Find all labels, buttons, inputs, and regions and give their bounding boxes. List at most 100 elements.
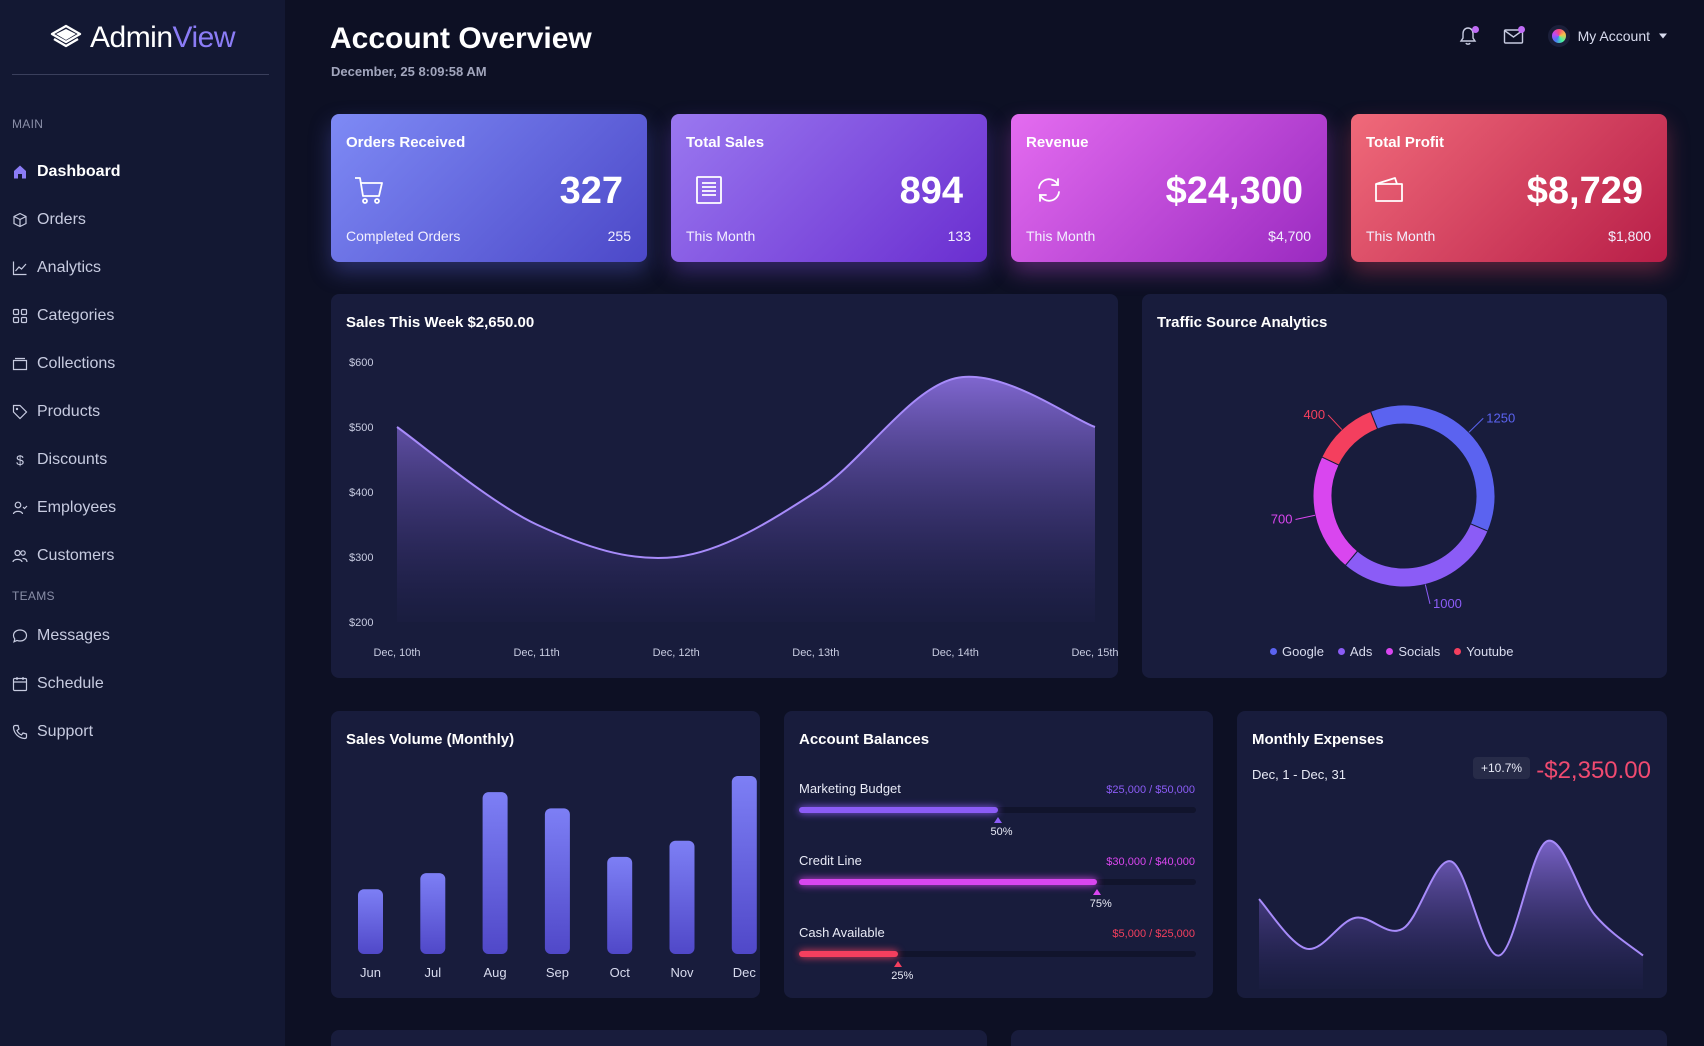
sidebar-item-label: Schedule	[37, 675, 104, 692]
legend-item-ads[interactable]: Ads	[1337, 644, 1373, 659]
wallet-icon	[1375, 177, 1403, 202]
sidebar-item-support[interactable]: Support	[12, 717, 93, 747]
balance-value: $5,000 / $25,000	[1112, 928, 1195, 940]
x-tick-label: Nov	[670, 965, 694, 980]
donut-slice-youtube	[1321, 410, 1379, 466]
stat-card-profit[interactable]: Total Profit $8,729 This Month $1,800	[1351, 114, 1667, 262]
stat-value: $24,300	[1165, 170, 1303, 212]
stat-sub-label: This Month	[686, 228, 756, 244]
balance-label: Credit Line	[799, 853, 862, 868]
balance-marker	[894, 961, 903, 967]
sales-week-panel: Sales This Week $2,650.00 $600 $500 $400 $3…	[331, 294, 1118, 678]
sidebar-item-customers[interactable]: Customers	[12, 541, 114, 571]
x-tick-label: Dec, 11th	[513, 647, 559, 659]
section-label-teams: TEAMS	[12, 589, 55, 603]
legend-item-google[interactable]: Google	[1270, 644, 1324, 659]
sidebar-item-employees[interactable]: Employees	[12, 493, 116, 523]
y-tick-label: $400	[349, 487, 373, 499]
tag-icon	[12, 404, 28, 420]
donut-value-label: 700	[1271, 511, 1293, 526]
y-tick-label: $600	[349, 357, 373, 369]
donut-value-label: 1000	[1433, 596, 1462, 611]
sidebar-item-schedule[interactable]: Schedule	[12, 669, 104, 699]
x-tick-label: Dec, 10th	[373, 647, 420, 659]
sidebar-item-categories[interactable]: Categories	[12, 301, 114, 331]
sidebar-item-analytics[interactable]: Analytics	[12, 253, 101, 283]
donut-slice-ads	[1344, 523, 1489, 588]
area-fill	[1259, 840, 1643, 989]
legend-label: Youtube	[1466, 644, 1514, 659]
x-tick-label: Dec, 15th	[1071, 647, 1118, 659]
layers-icon	[50, 24, 82, 48]
x-tick-label: Dec, 14th	[932, 647, 979, 659]
notifications-button[interactable]	[1456, 24, 1480, 48]
app-name-part2: View	[172, 21, 236, 54]
area-fill	[397, 376, 1095, 622]
balance-marker	[1092, 889, 1101, 895]
donut-value-label: 400	[1303, 407, 1325, 422]
sidebar-item-label: Analytics	[37, 259, 102, 276]
sidebar-item-collections[interactable]: Collections	[12, 349, 115, 379]
grid-icon	[12, 308, 28, 324]
donut-value-label: 1250	[1486, 410, 1515, 425]
cart-icon	[355, 177, 383, 204]
bar-jul	[420, 873, 446, 954]
donut-leader-line	[1468, 417, 1484, 433]
legend-label: Ads	[1349, 644, 1373, 659]
trend-icon	[12, 261, 27, 276]
sidebar-item-dashboard[interactable]: Dashboard	[12, 157, 121, 187]
page-date: December, 25 8:09:58 AM	[331, 64, 487, 79]
stat-value: 894	[899, 170, 963, 212]
sidebar-item-label: Orders	[37, 211, 86, 228]
phone-icon	[12, 724, 28, 740]
messages-button[interactable]	[1502, 24, 1526, 48]
stat-value: 327	[559, 170, 623, 212]
donut-slice-socials	[1312, 456, 1359, 567]
sidebar-item-messages[interactable]: Messages	[12, 621, 110, 651]
sidebar-item-products[interactable]: Products	[12, 397, 100, 427]
x-tick-label: Dec, 13th	[792, 647, 839, 659]
stat-card-orders[interactable]: Orders Received 327 Completed Orders 255	[331, 114, 647, 262]
donut-slice-google	[1369, 404, 1496, 532]
legend-label: Google	[1282, 644, 1324, 659]
sidebar: AdminView MAIN Dashboard Orders Analytic…	[0, 0, 285, 1046]
sidebar-item-label: Employees	[37, 499, 117, 516]
stat-value: $8,729	[1526, 170, 1643, 212]
stat-card-sales[interactable]: Total Sales 894 This Month 133	[671, 114, 987, 262]
bar-oct	[607, 856, 633, 954]
balance-track-cash	[799, 951, 1196, 957]
stat-sub-value: 133	[947, 228, 971, 244]
caret-down-icon	[1659, 33, 1667, 39]
sales-volume-panel: Sales Volume (Monthly) Jun Jul Aug Sep Oct No…	[331, 711, 760, 998]
bottom-panel-left	[331, 1030, 987, 1046]
y-tick-label: $300	[349, 552, 373, 564]
stat-sub-label: Completed Orders	[346, 228, 461, 244]
stat-title: Total Profit	[1366, 134, 1445, 151]
stat-sub-label: This Month	[1366, 228, 1436, 244]
donut-leader-line	[1327, 414, 1343, 430]
x-tick-label: Oct	[610, 965, 631, 980]
account-menu[interactable]: My Account	[1547, 25, 1668, 47]
stat-sub-label: This Month	[1026, 228, 1096, 244]
balance-label: Marketing Budget	[799, 781, 901, 796]
balance-marker	[993, 817, 1002, 823]
app-logo[interactable]: AdminView	[50, 20, 236, 56]
sidebar-item-discounts[interactable]: $ Discounts	[12, 445, 107, 475]
bottom-panel-right	[1011, 1030, 1667, 1046]
topbar: My Account	[1456, 24, 1668, 48]
balance-percent: 50%	[990, 826, 1013, 838]
balance-percent: 25%	[891, 970, 914, 982]
sidebar-item-orders[interactable]: Orders	[12, 205, 86, 235]
chat-icon	[12, 629, 28, 643]
sales-week-chart: $600 $500 $400 $300 $200 Dec, 10th Dec, 11th De…	[349, 357, 1118, 659]
refresh-icon	[1038, 178, 1060, 202]
balance-fill	[799, 807, 998, 813]
sidebar-item-label: Messages	[37, 627, 110, 644]
legend-item-socials[interactable]: Socials	[1386, 644, 1440, 659]
legend-item-youtube[interactable]: Youtube	[1454, 644, 1514, 659]
user-check-icon	[12, 501, 28, 515]
stat-sub-value: $4,700	[1268, 228, 1311, 244]
stat-title: Revenue	[1026, 134, 1089, 151]
x-tick-label: Aug	[484, 965, 507, 980]
stat-card-revenue[interactable]: Revenue $24,300 This Month $4,700	[1011, 114, 1327, 262]
